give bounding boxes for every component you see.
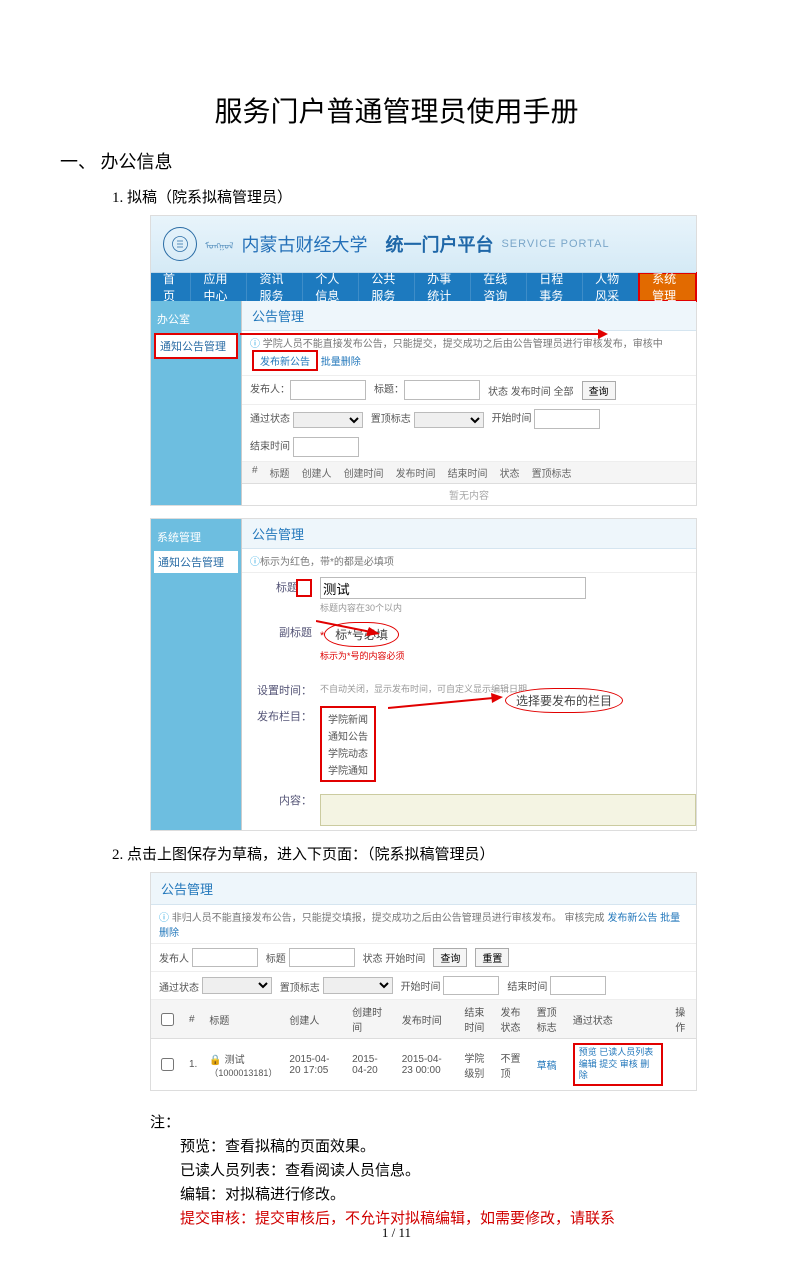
reset3-button[interactable]: 重置 [475,948,509,967]
notes-block: 注： 预览：查看拟稿的页面效果。 已读人员列表：查看阅读人员信息。 编辑：对拟稿… [150,1111,733,1231]
status-select[interactable] [293,412,363,428]
row-operations[interactable]: 预览 已读人员列表 编辑 提交 审核 删除 [573,1043,663,1086]
result-table: # 标题 创建人 创建时间 发布时间 结束时间 发布状态 置顶标志 通过状态 操… [151,1000,696,1090]
sidebar: 办公室 通知公告管理 [151,301,241,505]
panel-hint: ⓘ 学院人员不能直接发布公告，只能提交，提交成功之后由公告管理员进行审核发布，审… [242,331,696,376]
main-panel: 公告管理 ⓘ 学院人员不能直接发布公告，只能提交，提交成功之后由公告管理员进行审… [241,301,696,505]
panel3-title: 公告管理 [151,873,696,905]
note-preview: 预览：查看拟稿的页面效果。 [180,1135,733,1159]
screenshot-2: 系统管理 通知公告管理 公告管理 ⓘ标示为红色，带*的都是必填项 标题 标题内容… [150,518,697,831]
empty-placeholder: 暂无内容 [242,484,696,505]
select-all-checkbox[interactable] [161,1013,174,1026]
nav-people[interactable]: 人物风采 [583,273,639,301]
callout-column: 选择要发布的栏目 [505,688,623,713]
panel3-hint: ⓘ 非归人员不能直接发布公告，只能提交填报，提交成功之后由公告管理员进行审核发布… [151,905,696,944]
nav-news[interactable]: 资讯服务 [247,273,303,301]
nav-stats[interactable]: 办事统计 [415,273,471,301]
page-number: 1 / 11 [0,1225,793,1241]
query3-button[interactable]: 查询 [433,948,467,967]
nav-schedule[interactable]: 日程事务 [527,273,583,301]
label-column: 发布栏目： [242,706,320,724]
row-checkbox[interactable] [161,1058,174,1071]
university-logo-icon [163,227,197,261]
filter-row-2: 通过状态 置顶标志 开始时间 结束时间 [242,405,696,462]
section-heading: 一、 办公信息 [60,148,733,174]
f3-top[interactable] [323,977,393,994]
start-date-input[interactable] [534,409,600,429]
label-content: 内容： [242,790,320,808]
nav-consult[interactable]: 在线咨询 [471,273,527,301]
table-header: # 标题 创建人 创建时间 发布时间 结束时间 状态 置顶标志 [242,462,696,484]
label-subtitle: 副标题 [242,622,320,640]
doc-title: 服务门户普通管理员使用手册 [60,90,733,130]
note-edit: 编辑：对拟稿进行修改。 [180,1183,733,1207]
nav-home[interactable]: 首页 [151,273,191,301]
filter-row-1: 发布人： 标题： 状态 发布时间 全部 查询 [242,376,696,405]
main-nav: 首页 应用中心 资讯服务 个人信息 公共服务 办事统计 在线咨询 日程事务 人物… [151,273,696,301]
batch-delete-link[interactable]: 批量删除 [321,357,361,368]
screenshot-1: ᠮᠣᠩᠭᠣᠯ 内蒙古财经大学 统一门户平台 SERVICE PORTAL 首页 … [150,215,697,506]
university-name: 内蒙古财经大学 [241,231,367,257]
callout-required: 标*号必填 [324,622,399,647]
nav-system-manage[interactable]: 系统管理 [638,272,697,302]
sidebar-section-2: 系统管理 [151,525,241,549]
note-readers: 已读人员列表：查看阅读人员信息。 [180,1159,733,1183]
f3-start[interactable] [443,976,499,995]
form-panel-title: 公告管理 [242,519,696,549]
table-row: 1. 🔒 测试（1000013181） 2015-04-20 17:05 201… [151,1039,696,1091]
label-time: 设置时间： [242,680,320,698]
publisher-input[interactable] [290,380,366,400]
filter3-row2: 通过状态 置顶标志 开始时间 结束时间 [151,972,696,1000]
portal-banner: ᠮᠣᠩᠭᠣᠯ 内蒙古财经大学 统一门户平台 SERVICE PORTAL [151,216,696,273]
screenshot-3: 公告管理 ⓘ 非归人员不能直接发布公告，只能提交填报，提交成功之后由公告管理员进… [150,872,697,1091]
f3-pass[interactable] [202,977,272,994]
list-item-2: 2. 点击上图保存为草稿，进入下页面：（院系拟稿管理员） [112,843,733,864]
f3-end[interactable] [550,976,606,995]
nav-apps[interactable]: 应用中心 [191,273,247,301]
portal-title: 统一门户平台 [385,231,493,257]
nav-public[interactable]: 公共服务 [359,273,415,301]
form-panel-hint: ⓘ标示为红色，带*的都是必填项 [242,549,696,573]
label-title: 标题 [242,577,320,597]
sidebar-2: 系统管理 通知公告管理 [151,519,241,830]
title-field[interactable] [320,577,586,599]
f3-title[interactable] [289,948,355,967]
publish-new-button[interactable]: 发布新公告 [252,350,318,371]
note-lead: 注： [150,1111,733,1135]
portal-title-en: SERVICE PORTAL [501,238,609,250]
sidebar-announce-manage[interactable]: 通知公告管理 [154,333,238,359]
sidebar-section: 办公室 [151,307,241,331]
title-input[interactable] [404,380,480,400]
top-select[interactable] [414,412,484,428]
end-date-input[interactable] [293,437,359,457]
list-item-1: 1. 拟稿（院系拟稿管理员） [112,186,733,207]
editor-toolbar[interactable] [320,794,696,826]
nav-personal[interactable]: 个人信息 [303,273,359,301]
column-options[interactable]: 学院新闻 通知公告 学院动态 学院通知 [320,706,376,782]
publish3-link[interactable]: 发布新公告 [607,913,657,924]
form-panel: 公告管理 ⓘ标示为红色，带*的都是必填项 标题 标题内容在30个以内 [241,519,696,830]
sidebar-announce-manage-2[interactable]: 通知公告管理 [154,551,238,573]
panel-title: 公告管理 [242,301,696,331]
filter3-row1: 发布人 标题 状态 开始时间 查询 重置 [151,944,696,972]
query-button[interactable]: 查询 [582,381,616,400]
f3-pub[interactable] [192,948,258,967]
